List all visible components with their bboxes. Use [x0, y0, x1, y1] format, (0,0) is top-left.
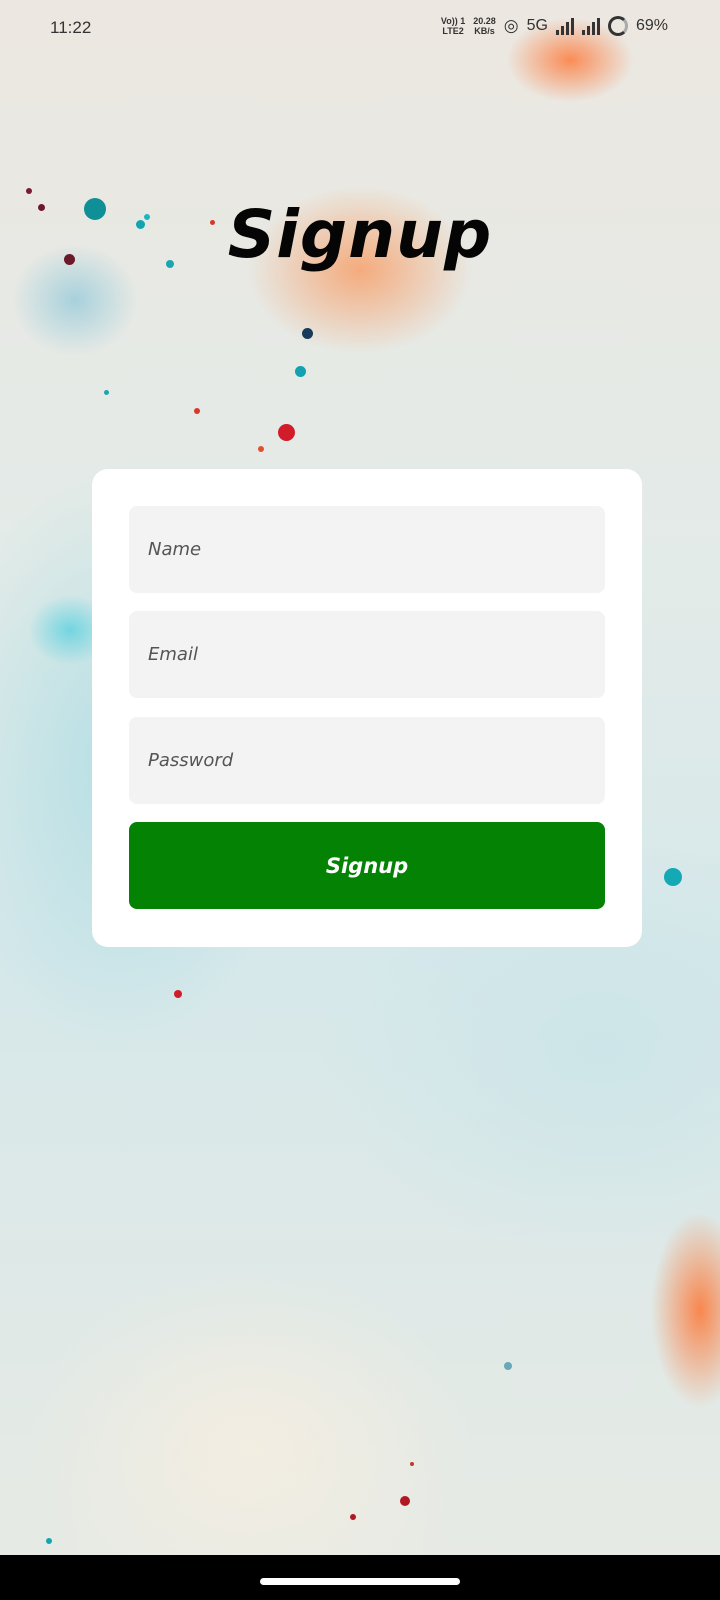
signup-button[interactable]: Signup	[129, 822, 605, 909]
status-time: 11:22	[50, 18, 92, 37]
volte-bottom-text: LTE2	[442, 26, 464, 36]
page-title: Signup	[227, 196, 493, 273]
home-indicator[interactable]	[260, 1578, 460, 1585]
navigation-bar	[0, 1555, 720, 1600]
speed-unit: KB/s	[474, 26, 495, 36]
hotspot-icon: ◎	[503, 16, 519, 35]
email-input[interactable]	[129, 611, 605, 698]
speed-value: 20.28	[473, 16, 496, 26]
signal-icon-sim2	[581, 17, 600, 35]
volte-indicator: Vo)) 1 LTE2	[441, 16, 465, 36]
status-icons: Vo)) 1 LTE2 20.28 KB/s ◎ 5G 69%	[441, 16, 668, 36]
battery-percent: 69%	[635, 17, 668, 34]
network-speed: 20.28 KB/s	[473, 16, 496, 36]
signal-icon-sim1	[555, 17, 574, 35]
status-bar: 11:22 Vo)) 1 LTE2 20.28 KB/s ◎ 5G 69%	[0, 0, 720, 60]
password-input[interactable]	[129, 717, 605, 804]
name-input[interactable]	[129, 506, 605, 593]
battery-icon	[607, 16, 628, 36]
signup-form-card: Signup	[92, 469, 642, 947]
network-type: 5G	[526, 17, 548, 34]
volte-top-text: Vo)) 1	[440, 16, 466, 26]
